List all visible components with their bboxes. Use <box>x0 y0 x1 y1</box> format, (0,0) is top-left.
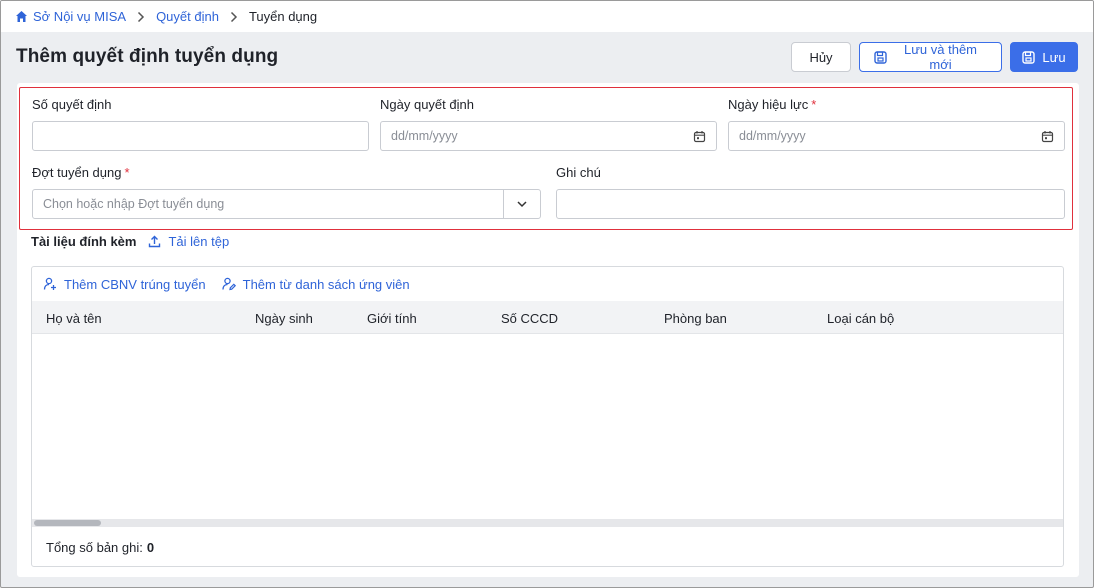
save-icon <box>874 50 887 64</box>
column-header-staff-type[interactable]: Loại cán bộ <box>827 311 894 326</box>
save-icon <box>1022 50 1036 64</box>
recruitment-round-placeholder: Chọn hoặc nhập Đợt tuyển dụng <box>43 197 225 211</box>
grid-header-row: Họ và tên Ngày sinh Giới tính Số CCCD Ph… <box>32 301 1063 334</box>
grid-toolbar: Thêm CBNV trúng tuyển Thêm từ danh sách … <box>32 267 1063 301</box>
effective-date-placeholder: dd/mm/yyyy <box>739 129 806 143</box>
upload-icon <box>148 235 161 248</box>
attachments-row: Tài liệu đính kèm Tải lên tệp <box>31 234 229 249</box>
home-icon <box>15 10 28 23</box>
decision-number-label: Số quyết định <box>32 97 112 112</box>
add-selected-employee-label: Thêm CBNV trúng tuyển <box>64 276 206 292</box>
total-records-label: Tổng số bản ghi: <box>46 540 143 555</box>
decision-number-input[interactable] <box>32 121 369 151</box>
attachments-title: Tài liệu đính kèm <box>31 234 137 249</box>
decision-date-label: Ngày quyết định <box>380 97 474 112</box>
header-actions: Hủy Lưu và thêm mới Lưu <box>791 42 1078 72</box>
decision-info-section: Số quyết định Ngày quyết định dd/mm/yyyy… <box>19 87 1073 230</box>
breadcrumb-item-current: Tuyển dụng <box>248 9 318 24</box>
column-header-gender[interactable]: Giới tính <box>367 311 417 326</box>
note-input[interactable] <box>556 189 1065 219</box>
form-card: Số quyết định Ngày quyết định dd/mm/yyyy… <box>17 83 1079 577</box>
user-edit-icon <box>221 277 236 291</box>
recruitment-round-label-text: Đợt tuyển dụng <box>32 165 122 180</box>
chevron-right-icon <box>137 11 145 23</box>
required-marker: * <box>811 97 817 112</box>
app-window: Sở Nội vụ MISA Quyết định Tuyển dụng Thê… <box>0 0 1094 588</box>
recruitment-round-select[interactable]: Chọn hoặc nhập Đợt tuyển dụng <box>32 189 541 219</box>
add-from-candidates-label: Thêm từ danh sách ứng viên <box>242 276 410 292</box>
column-header-birth-date[interactable]: Ngày sinh <box>255 311 313 326</box>
upload-file-label: Tải lên tệp <box>168 234 230 249</box>
total-records-value: 0 <box>146 540 155 555</box>
breadcrumb-label: Sở Nội vụ MISA <box>33 9 127 24</box>
add-user-icon <box>43 277 57 291</box>
save-and-new-label: Lưu và thêm mới <box>903 42 978 72</box>
decision-date-placeholder: dd/mm/yyyy <box>391 129 458 143</box>
scrollbar-thumb[interactable] <box>34 520 101 526</box>
recruitment-round-label: Đợt tuyển dụng * <box>32 165 130 180</box>
cancel-button[interactable]: Hủy <box>791 42 851 72</box>
upload-file-button[interactable]: Tải lên tệp <box>148 234 229 249</box>
column-header-full-name[interactable]: Họ và tên <box>46 311 102 326</box>
column-header-department[interactable]: Phòng ban <box>664 311 727 326</box>
chevron-down-icon[interactable] <box>504 190 540 218</box>
note-label: Ghi chú <box>556 165 601 180</box>
required-marker: * <box>124 165 130 180</box>
grid-footer: Tổng số bản ghi: 0 <box>46 540 154 555</box>
effective-date-input[interactable]: dd/mm/yyyy <box>728 121 1065 151</box>
decision-date-input[interactable]: dd/mm/yyyy <box>380 121 717 151</box>
page-header: Thêm quyết định tuyển dụng Hủy Lưu và th… <box>1 32 1093 82</box>
effective-date-label: Ngày hiệu lực * <box>728 97 816 112</box>
column-header-id-number[interactable]: Số CCCD <box>501 311 558 326</box>
employee-grid: Thêm CBNV trúng tuyển Thêm từ danh sách … <box>31 266 1064 567</box>
save-and-new-button[interactable]: Lưu và thêm mới <box>859 42 1002 72</box>
breadcrumb-item-home[interactable]: Sở Nội vụ MISA <box>15 9 126 24</box>
save-label: Lưu <box>1042 49 1066 65</box>
add-selected-employee-button[interactable]: Thêm CBNV trúng tuyển <box>43 277 206 292</box>
breadcrumb: Sở Nội vụ MISA Quyết định Tuyển dụng <box>1 1 1093 32</box>
calendar-icon[interactable] <box>693 130 706 143</box>
page-title: Thêm quyết định tuyển dụng <box>16 46 279 67</box>
breadcrumb-item-decisions[interactable]: Quyết định <box>156 9 219 24</box>
add-from-candidates-button[interactable]: Thêm từ danh sách ứng viên <box>221 276 410 292</box>
grid-body <box>32 334 1063 519</box>
calendar-icon[interactable] <box>1041 130 1054 143</box>
horizontal-scrollbar[interactable] <box>32 519 1063 527</box>
save-button[interactable]: Lưu <box>1010 42 1078 72</box>
chevron-right-icon <box>230 11 238 23</box>
effective-date-label-text: Ngày hiệu lực <box>728 97 809 112</box>
